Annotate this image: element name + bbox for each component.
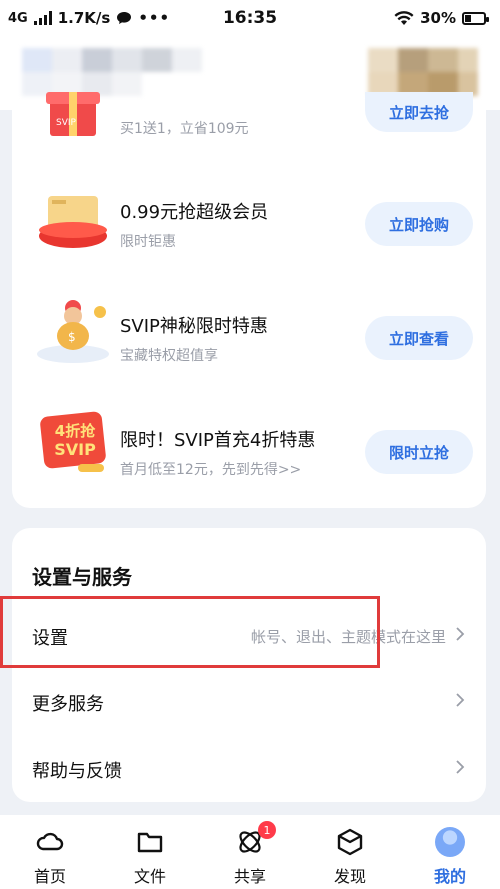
promo-title: 0.99元抢超级会员: [120, 202, 269, 223]
svg-text:SVIP: SVIP: [56, 118, 77, 128]
nav-item-discover[interactable]: 发现: [310, 827, 390, 887]
settings-label: 设置: [32, 628, 68, 649]
nav-item-home[interactable]: 首页: [10, 827, 90, 887]
message-icon: [117, 12, 132, 24]
help-feedback-label: 帮助与反馈: [32, 761, 122, 782]
promo-card: SVIP 买1送1，立省109元 立即去抢 0.99元抢超级会员 限时钜惠 立即…: [12, 92, 486, 508]
wifi-icon: [394, 10, 414, 25]
folder-icon: [137, 832, 163, 853]
nav-label: 文件: [133, 867, 166, 886]
cloud-icon: [36, 832, 64, 851]
battery-percent: 30%: [420, 9, 456, 27]
section-title: 设置与服务: [32, 565, 132, 589]
nav-label: 首页: [33, 867, 66, 886]
promo-title: 限时！SVIP首充4折特惠: [120, 430, 316, 451]
signal-icon: [33, 11, 52, 25]
nav-item-mine[interactable]: 我的: [410, 827, 490, 887]
chevron-right-icon: [456, 693, 465, 707]
status-left: 4G 1.7K/s •••: [8, 9, 170, 27]
promo-row[interactable]: $ SVIP神秘限时特惠 宝藏特权超值享 立即查看: [12, 284, 486, 394]
promo-button[interactable]: 立即查看: [365, 316, 473, 360]
promo-button[interactable]: 立即去抢: [365, 92, 473, 132]
promo-subtitle: 宝藏特权超值享: [120, 348, 218, 364]
promo-row[interactable]: 0.99元抢超级会员 限时钜惠 立即抢购: [12, 170, 486, 280]
promo-button[interactable]: 限时立抢: [365, 430, 473, 474]
network-speed: 1.7K/s: [57, 9, 111, 27]
battery-icon: [462, 11, 489, 25]
promo-row[interactable]: SVIP 买1送1，立省109元 立即去抢: [12, 68, 486, 178]
promo-button[interactable]: 立即抢购: [365, 202, 473, 246]
more-services-label: 更多服务: [32, 694, 104, 715]
status-bar: 4G 1.7K/s ••• 16:35 30%: [0, 0, 500, 36]
more-services-row[interactable]: 更多服务: [12, 670, 486, 730]
nav-item-files[interactable]: 文件: [110, 827, 190, 887]
promo-subtitle: 首月低至12元，先到先得>>: [120, 462, 302, 478]
chevron-right-icon: [456, 760, 465, 774]
nav-item-share[interactable]: 1 共享: [210, 821, 290, 887]
settings-desc: 帐号、退出、主题模式在这里: [250, 628, 446, 646]
svg-text:$: $: [68, 330, 76, 344]
settings-row[interactable]: 设置 帐号、退出、主题模式在这里: [12, 604, 486, 664]
gift-box-icon: SVIP: [34, 78, 112, 144]
vip-card-icon: [34, 190, 112, 256]
badge-sub: SVIP: [54, 440, 96, 459]
cube-icon: [337, 828, 363, 856]
notification-badge: 1: [258, 821, 276, 839]
mascot-coin-icon: $: [34, 298, 112, 364]
promo-subtitle: 买1送1，立省109元: [120, 121, 249, 137]
bottom-nav: 首页 文件 1 共享 发现 我的: [0, 815, 500, 889]
avatar-icon: [435, 827, 465, 857]
settings-services-card: 设置与服务 设置 帐号、退出、主题模式在这里 更多服务 帮助与反馈: [12, 528, 486, 802]
nav-label: 我的: [433, 867, 466, 886]
promo-row[interactable]: 4折抢 SVIP 限时！SVIP首充4折特惠 首月低至12元，先到先得>> 限时…: [12, 398, 486, 508]
svip-discount-badge-icon: 4折抢 SVIP: [34, 410, 112, 478]
status-right: 30%: [394, 9, 489, 27]
chevron-right-icon: [456, 627, 465, 641]
more-dots-icon: •••: [138, 9, 171, 27]
help-feedback-row[interactable]: 帮助与反馈: [12, 737, 486, 797]
network-type: 4G: [8, 10, 28, 26]
promo-subtitle: 限时钜惠: [120, 234, 176, 250]
nav-label: 发现: [333, 867, 366, 886]
badge-text: 4折抢: [54, 422, 96, 440]
promo-title: SVIP神秘限时特惠: [120, 316, 268, 337]
nav-label: 共享: [233, 867, 266, 886]
